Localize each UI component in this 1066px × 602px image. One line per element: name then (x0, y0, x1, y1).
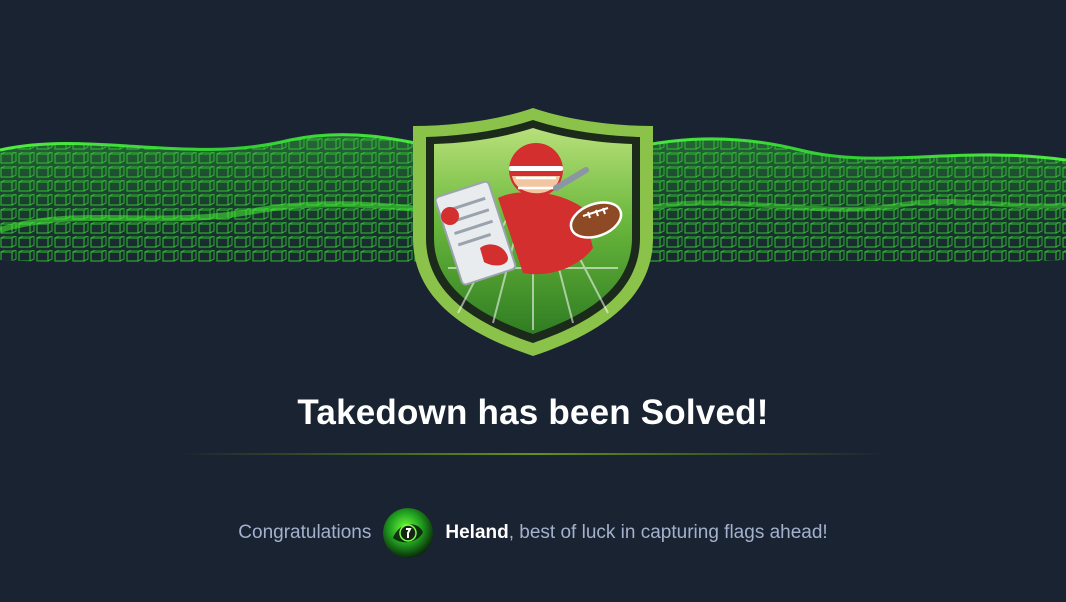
solved-title: Takedown has been Solved! (297, 393, 769, 432)
congratulations-label: Congratulations (238, 522, 372, 543)
football-player-shield-badge-icon (413, 108, 653, 356)
congratulations-message: Congratulations Heland , best of luck in… (0, 507, 1066, 559)
username-link[interactable]: Heland (445, 522, 508, 544)
user-avatar-icon[interactable] (383, 508, 434, 558)
title-divider (180, 453, 886, 455)
congratulations-tail: , best of luck in capturing flags ahead! (508, 522, 828, 543)
